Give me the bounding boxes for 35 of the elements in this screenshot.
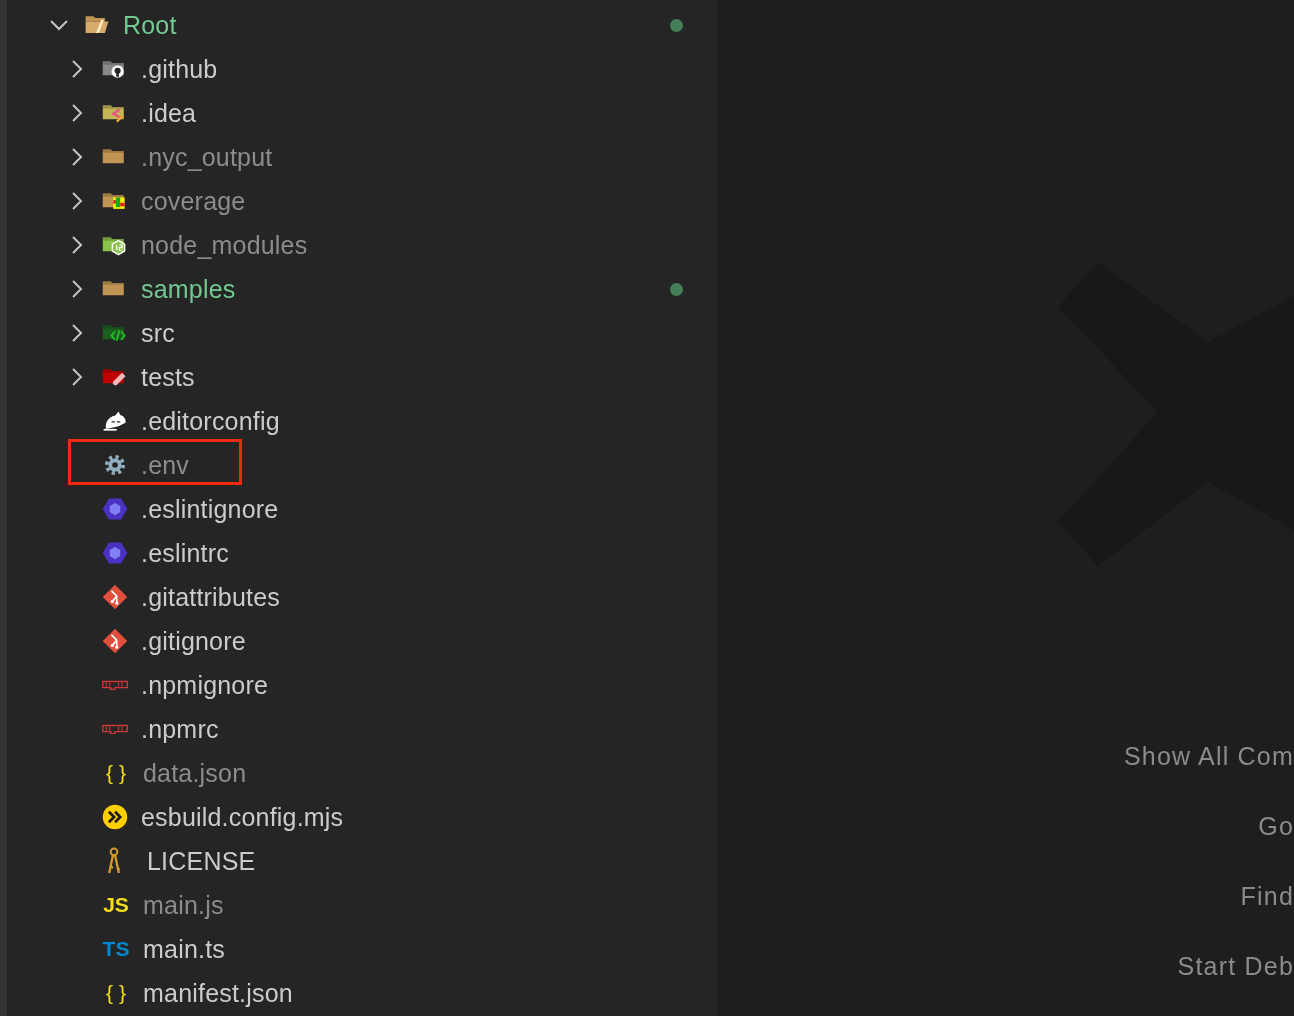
file-name[interactable]: manifest.json <box>143 978 293 1008</box>
command-hint: Find <box>1240 881 1294 912</box>
file-name[interactable]: .eslintrc <box>141 538 229 568</box>
braces-icon: { } <box>101 761 131 785</box>
command-hint: Go <box>1258 811 1294 842</box>
file-name[interactable]: main.js <box>143 890 224 920</box>
folder-name[interactable]: src <box>141 318 175 348</box>
file-name[interactable]: esbuild.config.mjs <box>141 802 344 832</box>
file-name[interactable]: .gitignore <box>141 626 246 656</box>
folder-name[interactable]: samples <box>141 274 236 304</box>
command-hint: Show All Com <box>1124 741 1294 772</box>
folder-name[interactable]: .nyc_output <box>141 142 273 172</box>
folder-name[interactable]: Root <box>123 10 177 40</box>
command-hint: Start Deb <box>1177 951 1294 982</box>
folder-name[interactable]: tests <box>141 362 195 392</box>
file-name[interactable]: .eslintignore <box>141 494 279 524</box>
folder-name[interactable]: .idea <box>141 98 197 128</box>
file-name[interactable]: .gitattributes <box>141 582 280 612</box>
fast-forward-icon <box>101 803 129 831</box>
folder-name[interactable]: coverage <box>141 186 246 216</box>
file-name[interactable]: data.json <box>143 758 247 788</box>
braces-icon: { } <box>101 981 131 1005</box>
file-name[interactable]: main.ts <box>143 934 225 964</box>
ts-icon: TS <box>101 937 131 961</box>
file-name[interactable]: .npmignore <box>141 670 269 700</box>
branch-icon <box>101 583 129 611</box>
file-name[interactable]: .editorconfig <box>141 406 280 436</box>
branch-icon <box>101 627 129 655</box>
folder-name[interactable]: .github <box>141 54 218 84</box>
file-name[interactable]: LICENSE <box>147 846 256 876</box>
file-name[interactable]: .env <box>141 450 190 480</box>
folder-name[interactable]: node_modules <box>141 230 308 260</box>
key-icon <box>107 847 122 875</box>
file-name[interactable]: .npmrc <box>141 714 219 744</box>
js-icon: JS <box>101 893 131 917</box>
